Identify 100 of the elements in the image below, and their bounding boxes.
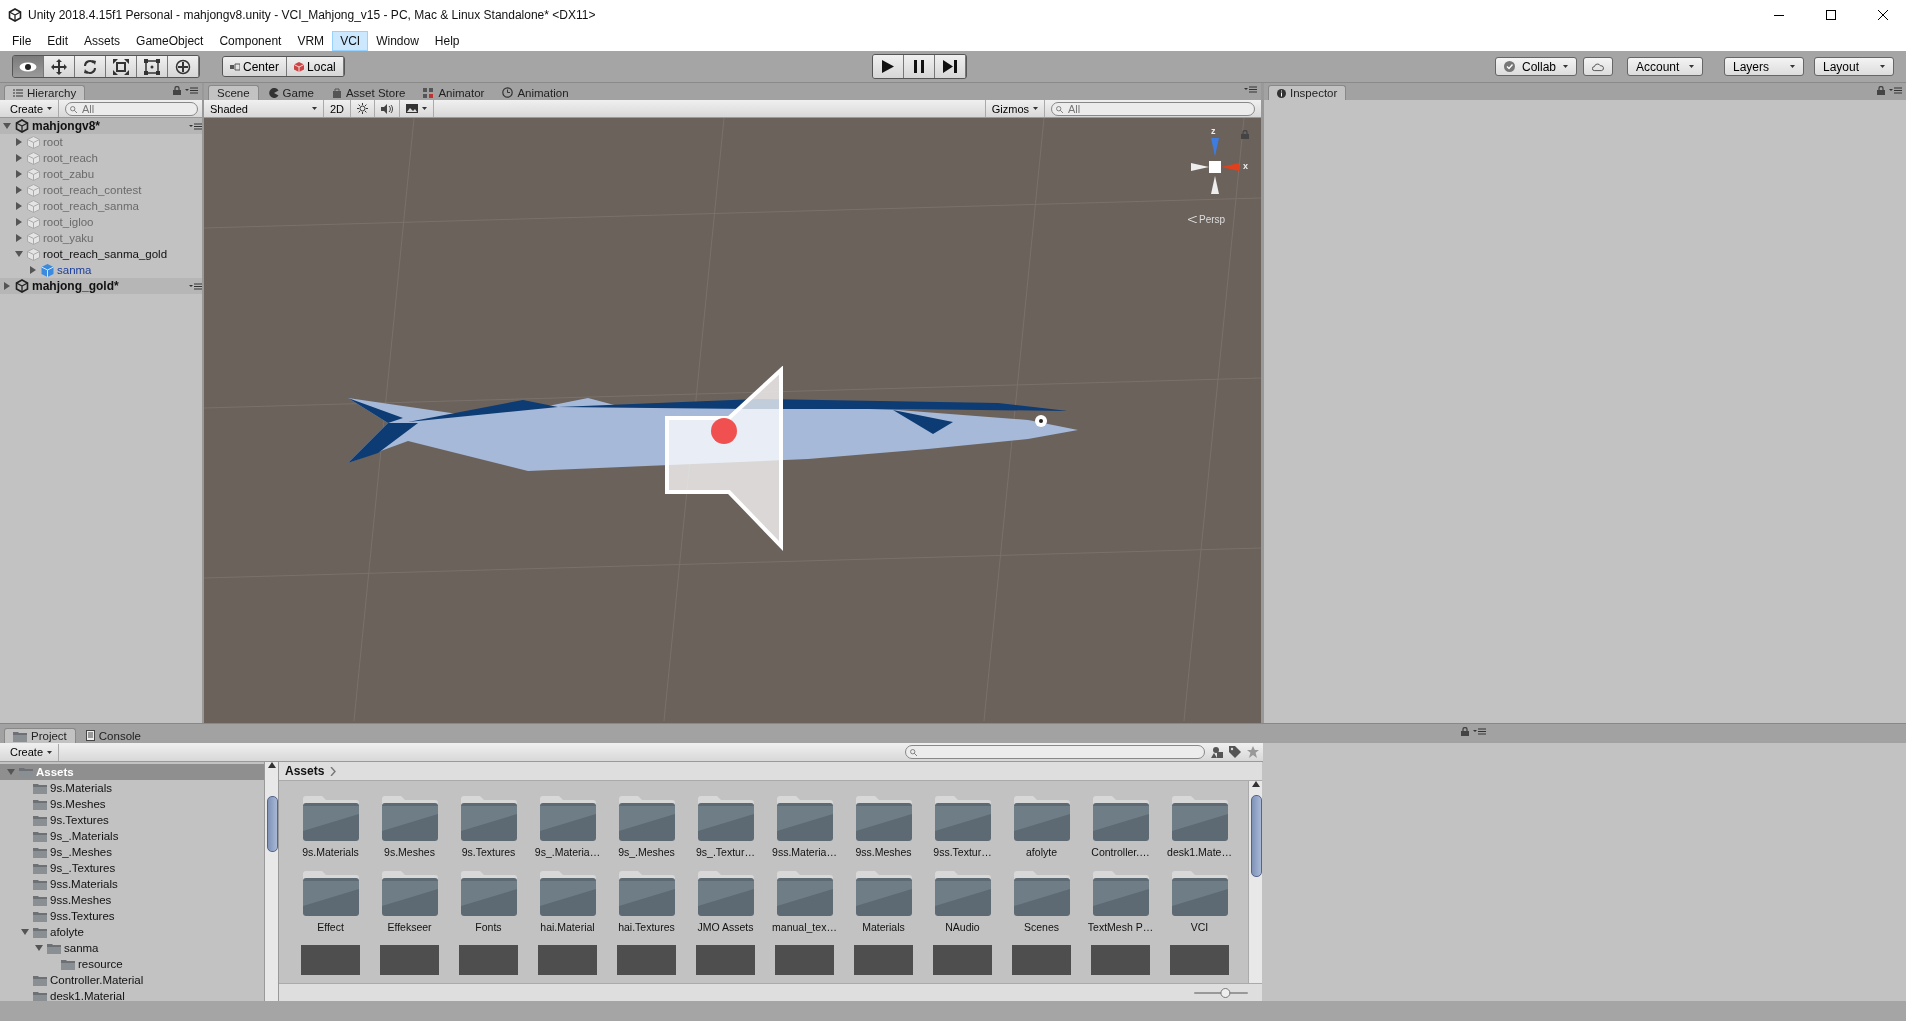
folder-item[interactable]: 9s_.Materials [50,830,119,842]
folder-icon[interactable] [301,870,360,916]
asset-label[interactable]: 9s_.Meshes [618,846,675,858]
folder-item[interactable]: 9ss.Materials [50,878,118,890]
view-tab[interactable]: Game [260,85,322,100]
folder-item[interactable]: afolyte [50,926,84,938]
search-field[interactable]: All [65,101,198,116]
search-field[interactable]: All [1051,101,1255,116]
playback-button[interactable] [935,55,967,78]
expanded-arrow-icon[interactable] [15,250,23,258]
tag-icon[interactable] [1229,746,1241,758]
folder-icon[interactable] [854,870,913,916]
playback-button[interactable] [873,55,905,78]
asset-thumbnail[interactable] [775,945,834,975]
inspector-tab[interactable]: Inspector [1268,85,1347,100]
asset-label[interactable]: desk1.Mate… [1167,846,1232,858]
asset-label[interactable]: 9ss.Materia… [772,846,837,858]
cloud-button[interactable] [1583,57,1613,76]
folder-item[interactable]: 9s.Materials [50,782,112,794]
tool-button[interactable] [106,56,137,77]
asset-label[interactable]: Controller.… [1091,846,1150,858]
account-button[interactable]: Account [1627,57,1703,76]
create-button[interactable]: Create [4,743,60,761]
asset-label[interactable]: Effect [317,921,344,933]
folder-icon[interactable] [459,870,518,916]
scrollbar[interactable] [1248,781,1262,983]
asset-thumbnail[interactable] [301,945,360,975]
folder-icon[interactable] [380,795,439,841]
panel-tab[interactable]: Project [4,728,76,743]
folder-icon[interactable] [617,795,676,841]
collab-button[interactable]: Collab [1495,57,1577,76]
star-icon[interactable] [1247,746,1259,758]
asset-label[interactable]: 9s_.Textur… [696,846,755,858]
asset-label[interactable]: Scenes [1024,921,1059,933]
2d-toggle[interactable]: 2D [324,100,352,117]
slider-thumb[interactable] [1220,987,1231,998]
folder-icon[interactable] [617,870,676,916]
folder-item[interactable]: 9s_.Meshes [50,846,112,858]
asset-thumbnail[interactable] [1012,945,1071,975]
folder-item[interactable]: desk1.Material [50,990,125,1001]
expanded-arrow-icon[interactable] [7,768,15,776]
tool-button[interactable] [13,56,44,77]
zoom-slider[interactable] [1194,987,1248,998]
hierarchy-item[interactable]: sanma [57,264,92,276]
tool-button[interactable] [44,56,75,77]
folder-icon[interactable] [538,795,597,841]
asset-label[interactable]: 9s.Meshes [384,846,435,858]
search-field[interactable] [905,745,1205,759]
folder-icon[interactable] [696,795,755,841]
folder-icon[interactable] [696,870,755,916]
asset-label[interactable]: VCI [1190,921,1209,933]
asset-label[interactable]: hai.Textures [618,921,675,933]
menu-item[interactable]: Help [426,30,468,51]
folder-icon[interactable] [301,795,360,841]
create-button[interactable]: Create [4,100,60,117]
shading-dropdown[interactable]: Shaded [204,100,324,117]
panel-menu-icon[interactable] [189,282,202,290]
asset-thumbnail[interactable] [380,945,439,975]
asset-label[interactable]: manual_tex… [772,921,837,933]
asset-label[interactable]: Materials [862,921,905,933]
lock-icon[interactable] [173,86,181,95]
asset-label[interactable]: 9s.Textures [461,846,516,858]
tool-button[interactable] [75,56,106,77]
view-tab[interactable]: Animator [415,85,493,100]
menu-item[interactable]: VRM [289,30,333,51]
folder-item[interactable]: resource [78,958,123,970]
asset-label[interactable]: 9ss.Meshes [855,846,912,858]
folder-icon[interactable] [933,795,992,841]
folder-icon[interactable] [1091,795,1150,841]
menu-item[interactable]: Component [211,30,290,51]
panel-menu-icon[interactable] [1889,87,1902,94]
lock-icon[interactable] [1877,86,1885,95]
view-tab[interactable]: Animation [494,85,577,100]
menu-item[interactable]: Assets [76,30,129,51]
folder-icon[interactable] [380,870,439,916]
lock-icon[interactable] [1461,727,1469,736]
hierarchy-item[interactable]: root_reach_sanma_gold [43,248,168,260]
asset-thumbnail[interactable] [459,945,518,975]
pivot-button[interactable]: Center [223,57,288,76]
asset-label[interactable]: hai.Material [540,921,595,933]
playback-button[interactable] [904,55,936,78]
tool-button[interactable] [168,56,199,77]
gizmos-dropdown[interactable]: Gizmos [984,100,1045,117]
folder-item[interactable]: 9s.Meshes [50,798,106,810]
asset-thumbnail[interactable] [696,945,755,975]
projection-label[interactable]: Persp [1199,214,1226,225]
menu-item[interactable]: VCI [332,30,369,51]
panel-menu-icon[interactable] [1244,86,1257,93]
folder-icon[interactable] [1091,870,1150,916]
layers-button[interactable]: Layers [1724,57,1804,76]
hierarchy-tab[interactable]: Hierarchy [4,85,86,100]
folder-item[interactable]: Controller.Material [50,974,144,986]
panel-menu-icon[interactable] [185,87,198,94]
asset-thumbnail[interactable] [617,945,676,975]
collapsed-arrow-icon[interactable] [29,266,37,274]
folder-icon[interactable] [459,795,518,841]
folder-item[interactable]: 9s.Textures [50,814,109,826]
panel-menu-icon[interactable] [1473,728,1486,735]
breadcrumb[interactable]: Assets [285,764,325,778]
scroll-thumb[interactable] [1251,795,1262,877]
